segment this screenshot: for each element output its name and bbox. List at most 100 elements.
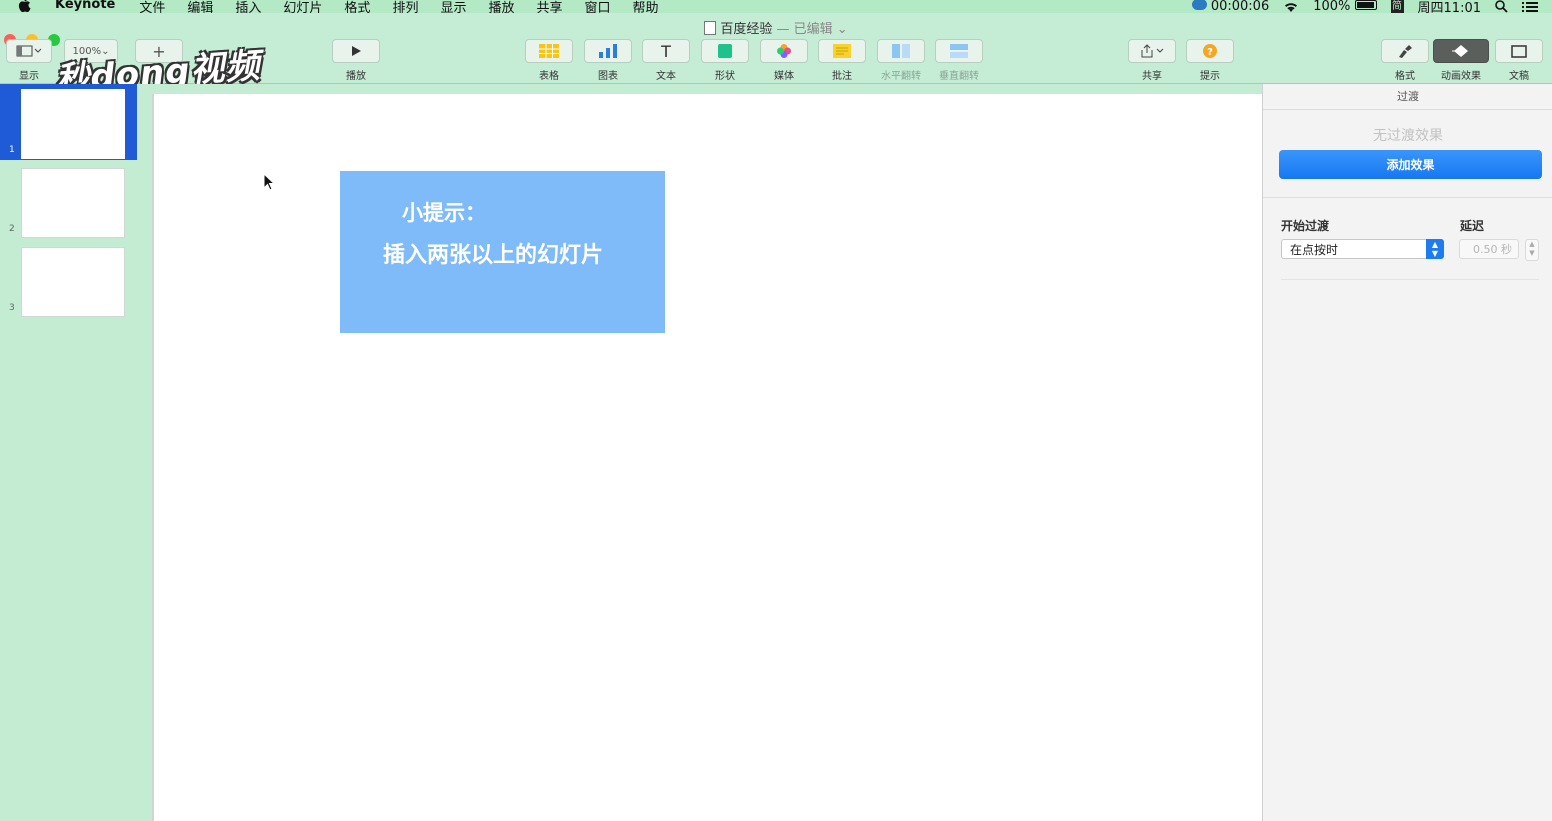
menu-file[interactable]: 文件: [139, 0, 165, 13]
animate-button[interactable]: 动画效果: [1433, 39, 1489, 82]
document-name: 百度经验: [720, 22, 773, 37]
table-icon: [539, 44, 559, 58]
table-button[interactable]: 表格: [525, 39, 573, 82]
delay-label: 延迟: [1460, 219, 1485, 233]
shape-button[interactable]: 形状: [701, 39, 749, 82]
format-button[interactable]: 格式: [1381, 39, 1429, 82]
menu-format[interactable]: 格式: [344, 0, 370, 13]
record-icon: [1191, 0, 1207, 10]
text-t-icon: T: [661, 41, 671, 61]
menu-edit[interactable]: 编辑: [187, 0, 213, 13]
divider: [1263, 197, 1552, 198]
slide-navigator: 1 2 3: [0, 84, 137, 821]
flip-horizontal-label: 水平翻转: [881, 71, 921, 82]
format-control[interactable]: [1381, 39, 1429, 63]
document-inspector-icon: [1511, 44, 1527, 58]
tab-transition[interactable]: 过渡: [1263, 84, 1552, 110]
format-label: 格式: [1395, 71, 1415, 82]
table-control[interactable]: [525, 39, 573, 63]
menu-slide[interactable]: 幻灯片: [283, 0, 322, 13]
mouse-pointer-icon: [263, 173, 275, 191]
tip-text-box[interactable]: 小提示： 插入两张以上的幻灯片: [340, 171, 665, 333]
play-icon: [352, 46, 361, 56]
menu-help[interactable]: 帮助: [633, 0, 659, 13]
document-button[interactable]: 文稿: [1495, 39, 1543, 82]
text-label: 文本: [656, 71, 676, 82]
flip-horizontal-control[interactable]: [877, 39, 925, 63]
menu-share[interactable]: 共享: [536, 0, 562, 13]
input-method-icon[interactable]: 简: [1390, 0, 1404, 13]
svg-text:?: ?: [1207, 47, 1213, 58]
chart-button[interactable]: 图表: [584, 39, 632, 82]
menu-view[interactable]: 显示: [440, 0, 466, 13]
document-status: 已编辑: [793, 22, 833, 37]
tips-button[interactable]: ? 提示: [1186, 39, 1234, 82]
menu-list: Keynote 文件 编辑 插入 幻灯片 格式 排列 显示 播放 共享 窗口 帮…: [55, 0, 681, 13]
sidebar-view-icon: [16, 45, 42, 57]
flip-vertical-control[interactable]: [935, 39, 983, 63]
divider: [1281, 279, 1539, 280]
text-button[interactable]: T 文本: [642, 39, 690, 82]
chart-control[interactable]: [584, 39, 632, 63]
play-label: 播放: [346, 71, 366, 82]
apple-icon[interactable]: [18, 0, 31, 12]
share-icon: [1141, 44, 1164, 58]
comment-icon: [833, 44, 851, 58]
slide-number: 2: [9, 224, 15, 234]
flip-horizontal-button[interactable]: 水平翻转: [877, 39, 925, 82]
animate-inspector: 过渡 无过渡效果 添加效果 开始过渡 延迟 在点按时 ▲ ▼ 0.50 秒 ▲ ▼: [1262, 84, 1552, 821]
media-button[interactable]: 媒体: [760, 39, 808, 82]
menu-app-name[interactable]: Keynote: [55, 0, 115, 13]
status-area: 00:00:06 100% 简 周四11:01: [1178, 0, 1538, 13]
play-button[interactable]: 播放: [332, 39, 380, 82]
tips-control[interactable]: ?: [1186, 39, 1234, 63]
document-label: 文稿: [1509, 71, 1529, 82]
no-transition-text: 无过渡效果: [1373, 128, 1443, 144]
menu-arrange[interactable]: 排列: [392, 0, 418, 13]
battery-icon: [1354, 0, 1377, 10]
play-control[interactable]: [332, 39, 380, 63]
delay-stepper[interactable]: ▲ ▼: [1525, 239, 1539, 261]
wifi-icon[interactable]: [1283, 1, 1299, 13]
media-control[interactable]: [760, 39, 808, 63]
animate-label: 动画效果: [1441, 71, 1481, 82]
flip-vertical-label: 垂直翻转: [939, 71, 979, 82]
slide-thumbnail-2[interactable]: 2: [0, 163, 137, 239]
animate-diamond-icon: [1452, 45, 1468, 57]
share-control[interactable]: [1128, 39, 1176, 63]
shape-control[interactable]: [701, 39, 749, 63]
add-effect-button[interactable]: 添加效果: [1279, 150, 1542, 179]
slide-thumbnail-3[interactable]: 3: [0, 242, 137, 318]
clock[interactable]: 周四11:01: [1418, 0, 1481, 13]
menu-play[interactable]: 播放: [488, 0, 514, 13]
view-button[interactable]: 显示: [6, 39, 52, 82]
menu-window[interactable]: 窗口: [585, 0, 611, 13]
slide-thumbnail-image: [21, 168, 125, 238]
format-brush-icon: [1399, 45, 1412, 58]
comment-button[interactable]: 批注: [818, 39, 866, 82]
document-title[interactable]: 百度经验 — 已编辑 ⌄: [0, 18, 1552, 37]
spotlight-search-icon[interactable]: [1495, 0, 1508, 13]
start-transition-select[interactable]: 在点按时 ▲ ▼: [1281, 239, 1444, 259]
tip-text: 插入两张以上的幻灯片: [383, 243, 604, 268]
slide-canvas[interactable]: 小提示： 插入两张以上的幻灯片: [152, 94, 1264, 821]
view-control[interactable]: [6, 39, 52, 63]
share-label: 共享: [1142, 71, 1162, 82]
slide-thumbnail-image: [21, 89, 125, 159]
share-button[interactable]: 共享: [1128, 39, 1176, 82]
menu-insert[interactable]: 插入: [235, 0, 261, 13]
recording-indicator[interactable]: 00:00:06: [1191, 0, 1269, 13]
animate-control[interactable]: [1433, 39, 1489, 63]
slide-thumbnail-1[interactable]: 1: [0, 84, 137, 160]
stepper-up-icon: ▲: [1529, 240, 1535, 248]
notification-center-icon[interactable]: [1522, 1, 1538, 13]
delay-field[interactable]: 0.50 秒: [1459, 239, 1519, 259]
updown-arrows-icon: ▲ ▼: [1426, 239, 1444, 259]
battery-status[interactable]: 100%: [1313, 0, 1377, 13]
flip-vertical-button[interactable]: 垂直翻转: [935, 39, 983, 82]
flip-horizontal-icon: [892, 44, 910, 58]
document-control[interactable]: [1495, 39, 1543, 63]
text-control[interactable]: T: [642, 39, 690, 63]
slide-thumbnail-image: [21, 247, 125, 317]
comment-control[interactable]: [818, 39, 866, 63]
